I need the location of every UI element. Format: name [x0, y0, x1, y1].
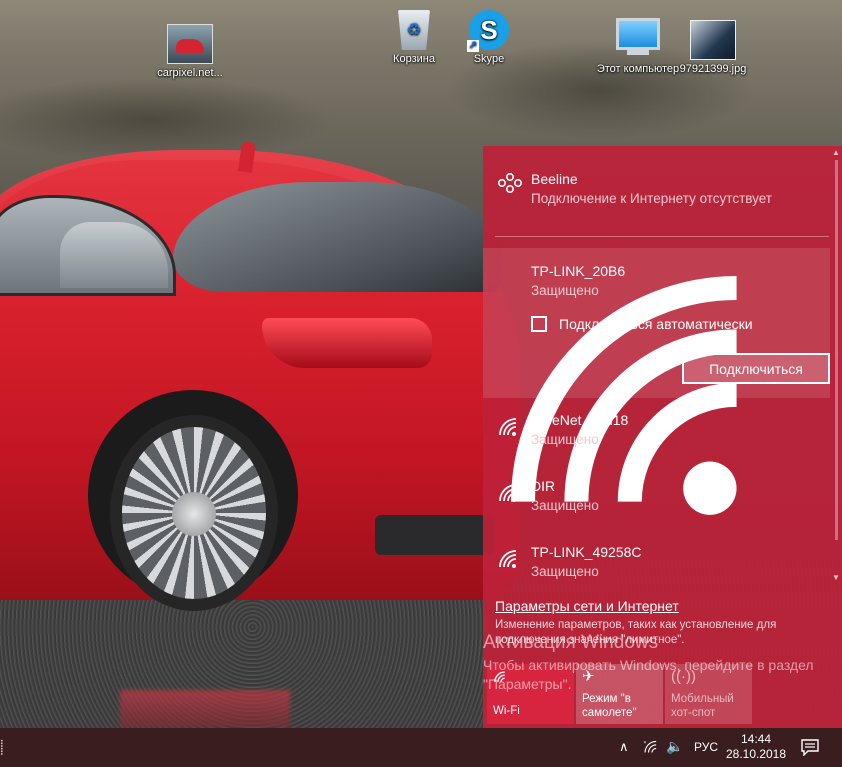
activation-text: Чтобы активировать Windows, перейдите в …: [483, 657, 814, 692]
network-name: Beeline: [531, 171, 578, 187]
network-status: Защищено: [531, 498, 599, 513]
network-list-scrollbar[interactable]: ▲ ▼: [830, 146, 842, 592]
network-item-freenet-bud18[interactable]: FreeNet_bud18 Защищено: [483, 410, 830, 462]
tray-clock[interactable]: 14:44 28.10.2018: [725, 732, 787, 762]
recycle-bin-icon: [398, 10, 430, 50]
tray-volume-icon[interactable]: 🔈: [666, 738, 684, 756]
car-reflection: [120, 690, 290, 728]
network-item-beeline[interactable]: Beeline Подключение к Интернету отсутств…: [483, 166, 830, 226]
activation-title: Активация Windows: [483, 632, 659, 653]
network-name: DIR: [531, 478, 556, 494]
computer-icon: [616, 18, 660, 55]
network-status: Подключение к Интернету отсутствует: [531, 191, 772, 206]
desktop-icon-label: 97921399.jpg: [679, 63, 747, 75]
tray-date: 28.10.2018: [725, 747, 787, 761]
tray-network-icon[interactable]: *: [643, 738, 661, 756]
network-item-tp-link-20b6[interactable]: TP-LINK_20B6 Защищено Подключаться автом…: [483, 248, 830, 515]
desktop-icon-label: Этот компьютер: [596, 63, 680, 75]
desktop-icon-label: Корзина: [393, 53, 435, 65]
quick-action-label: Режим "в самолете": [582, 693, 637, 719]
wifi-secured-icon: [499, 550, 517, 568]
scroll-down-arrow-icon[interactable]: ▼: [832, 574, 840, 582]
wired-network-icon: [497, 172, 522, 194]
tray-time: 14:44: [740, 732, 772, 746]
scroll-up-arrow-icon[interactable]: ▲: [832, 149, 840, 157]
windows-activation-watermark: Активация Windows Чтобы активировать Win…: [483, 632, 842, 694]
tray-language[interactable]: РУС: [694, 740, 718, 754]
desktop-icon-jpg[interactable]: 97921399.jpg: [671, 20, 755, 75]
car-taillight: [262, 318, 432, 368]
scroll-thumb[interactable]: [835, 160, 838, 540]
action-center-icon[interactable]: [800, 738, 820, 756]
network-name: TP-LINK_49258C: [531, 544, 642, 560]
show-hidden-icons-chevron-icon[interactable]: ∧: [619, 739, 635, 755]
desktop-icon-carpixel[interactable]: carpixel.net...: [148, 24, 232, 79]
network-item-dir[interactable]: DIR Защищено: [483, 476, 830, 528]
network-settings-link[interactable]: Параметры сети и Интернет: [495, 598, 679, 614]
connect-button[interactable]: Подключиться: [682, 353, 830, 384]
network-status: Защищено: [531, 564, 599, 579]
wifi-secured-icon: [499, 418, 517, 436]
shortcut-arrow-icon: ↗: [467, 40, 479, 52]
taskbar: ⸽ ∧ * 🔈 РУС 14:44 28.10.2018: [0, 728, 842, 767]
auto-connect-label: Подключаться автоматически: [559, 316, 753, 332]
desktop-icon-this-pc[interactable]: Этот компьютер: [596, 10, 680, 76]
network-status: Защищено: [531, 283, 599, 298]
desktop-icon-label: Skype: [473, 53, 505, 65]
network-name: TP-LINK_20B6: [531, 263, 626, 279]
car-wheel-hub: [172, 492, 216, 536]
network-name: FreeNet_bud18: [531, 412, 629, 428]
desktop-icon-skype[interactable]: S ↗ Skype: [447, 10, 531, 65]
auto-connect-checkbox[interactable]: [531, 316, 547, 332]
quick-action-label: Мобильный хот-спот: [671, 693, 734, 719]
quick-action-label: Wi-Fi: [493, 705, 520, 717]
desktop-icon-recycle-bin[interactable]: Корзина: [372, 10, 456, 65]
network-status: Защищено: [531, 432, 599, 447]
skype-icon: S ↗: [467, 10, 509, 52]
image-file-icon: [167, 24, 213, 64]
network-item-tp-link-49258c[interactable]: TP-LINK_49258C Защищено: [483, 542, 830, 594]
desktop-icon-label: carpixel.net...: [157, 67, 223, 79]
wifi-secured-icon: [499, 484, 517, 502]
image-file-icon: [690, 20, 736, 60]
network-separator: [495, 236, 829, 237]
car-diffuser: [375, 515, 495, 555]
start-edge[interactable]: ⸽: [0, 738, 6, 756]
